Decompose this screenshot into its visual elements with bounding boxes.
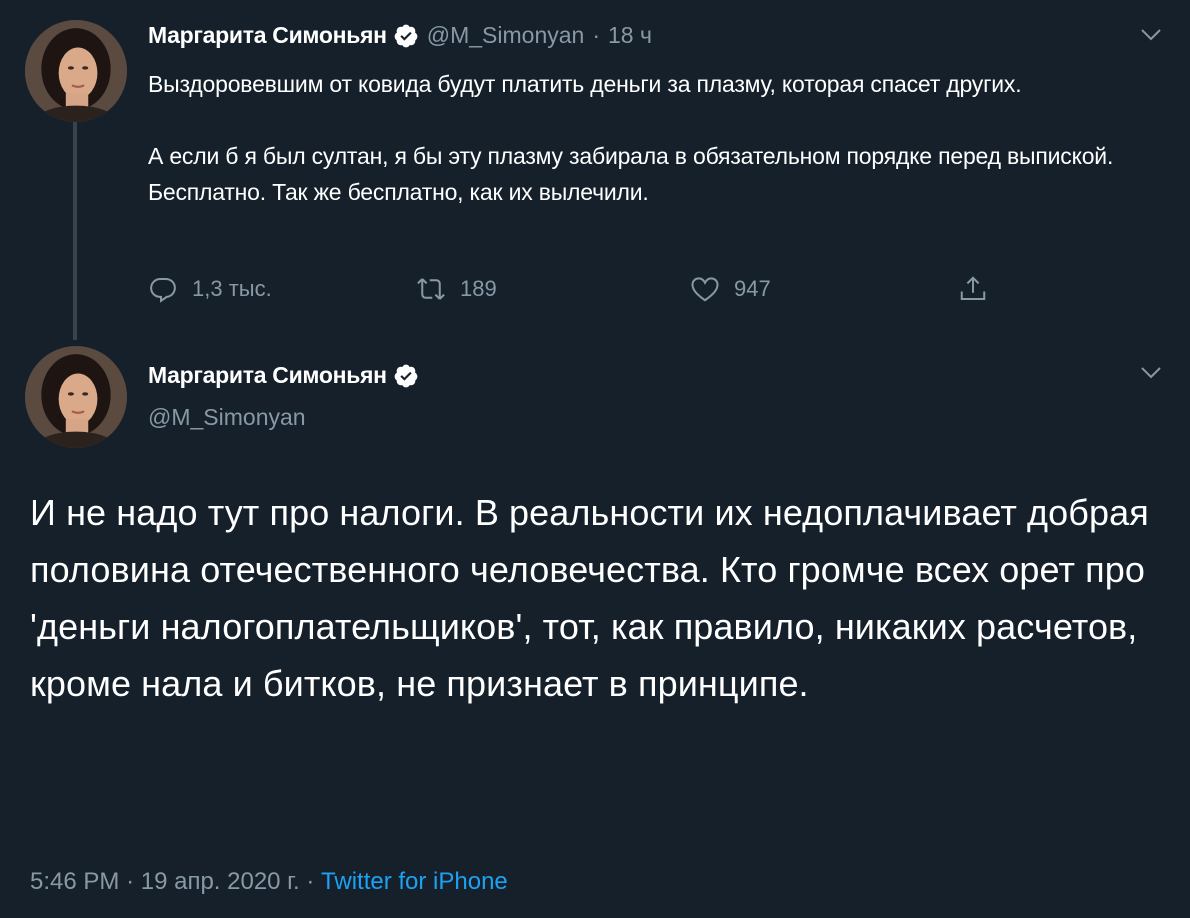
chevron-down-icon[interactable] [1140,28,1162,42]
tweet-header: Маргарита Симоньян [148,362,419,389]
retweet-count: 189 [460,276,497,301]
avatar-image [25,346,127,448]
verified-badge-icon [393,363,419,389]
heart-icon [690,274,720,304]
display-name[interactable]: Маргарита Симоньян [148,362,387,389]
avatar-image [25,20,127,122]
tweet-footer: 5:46 PM · 19 апр. 2020 г. · Twitter for … [30,868,508,896]
tweet-text: Выздоровевшим от ковида будут платить де… [148,71,1114,205]
share-button[interactable] [958,274,988,304]
thread-connector-line [73,120,77,340]
like-count: 947 [734,276,771,301]
separator: · [126,868,135,895]
retweet-icon [416,274,446,304]
reply-icon [148,274,178,304]
source-link[interactable]: Twitter for iPhone [321,868,508,895]
timestamp[interactable]: 18 ч [608,22,652,49]
reply-count: 1,3 тыс. [192,276,272,301]
chevron-down-icon[interactable] [1140,366,1162,380]
like-button[interactable]: 947 [690,274,771,304]
reply-button[interactable]: 1,3 тыс. [148,274,272,304]
avatar[interactable] [25,20,127,122]
handle[interactable]: @M_Simonyan [148,404,306,431]
share-icon [958,274,988,304]
separator: · [306,868,315,895]
handle[interactable]: @M_Simonyan [427,22,585,49]
verified-badge-icon [393,23,419,49]
retweet-button[interactable]: 189 [416,274,497,304]
separator: · [592,22,600,48]
tweet-actions: 1,3 тыс. 189 947 [148,274,1008,308]
date[interactable]: 19 апр. 2020 г. [141,868,300,895]
avatar[interactable] [25,346,127,448]
display-name[interactable]: Маргарита Симоньян [148,22,387,49]
tweet-header: Маргарита Симоньян @M_Simonyan · 18 ч [148,22,652,49]
tweet-text: И не надо тут про налоги. В реальности и… [30,492,1149,704]
timestamp[interactable]: 5:46 PM [30,868,119,895]
